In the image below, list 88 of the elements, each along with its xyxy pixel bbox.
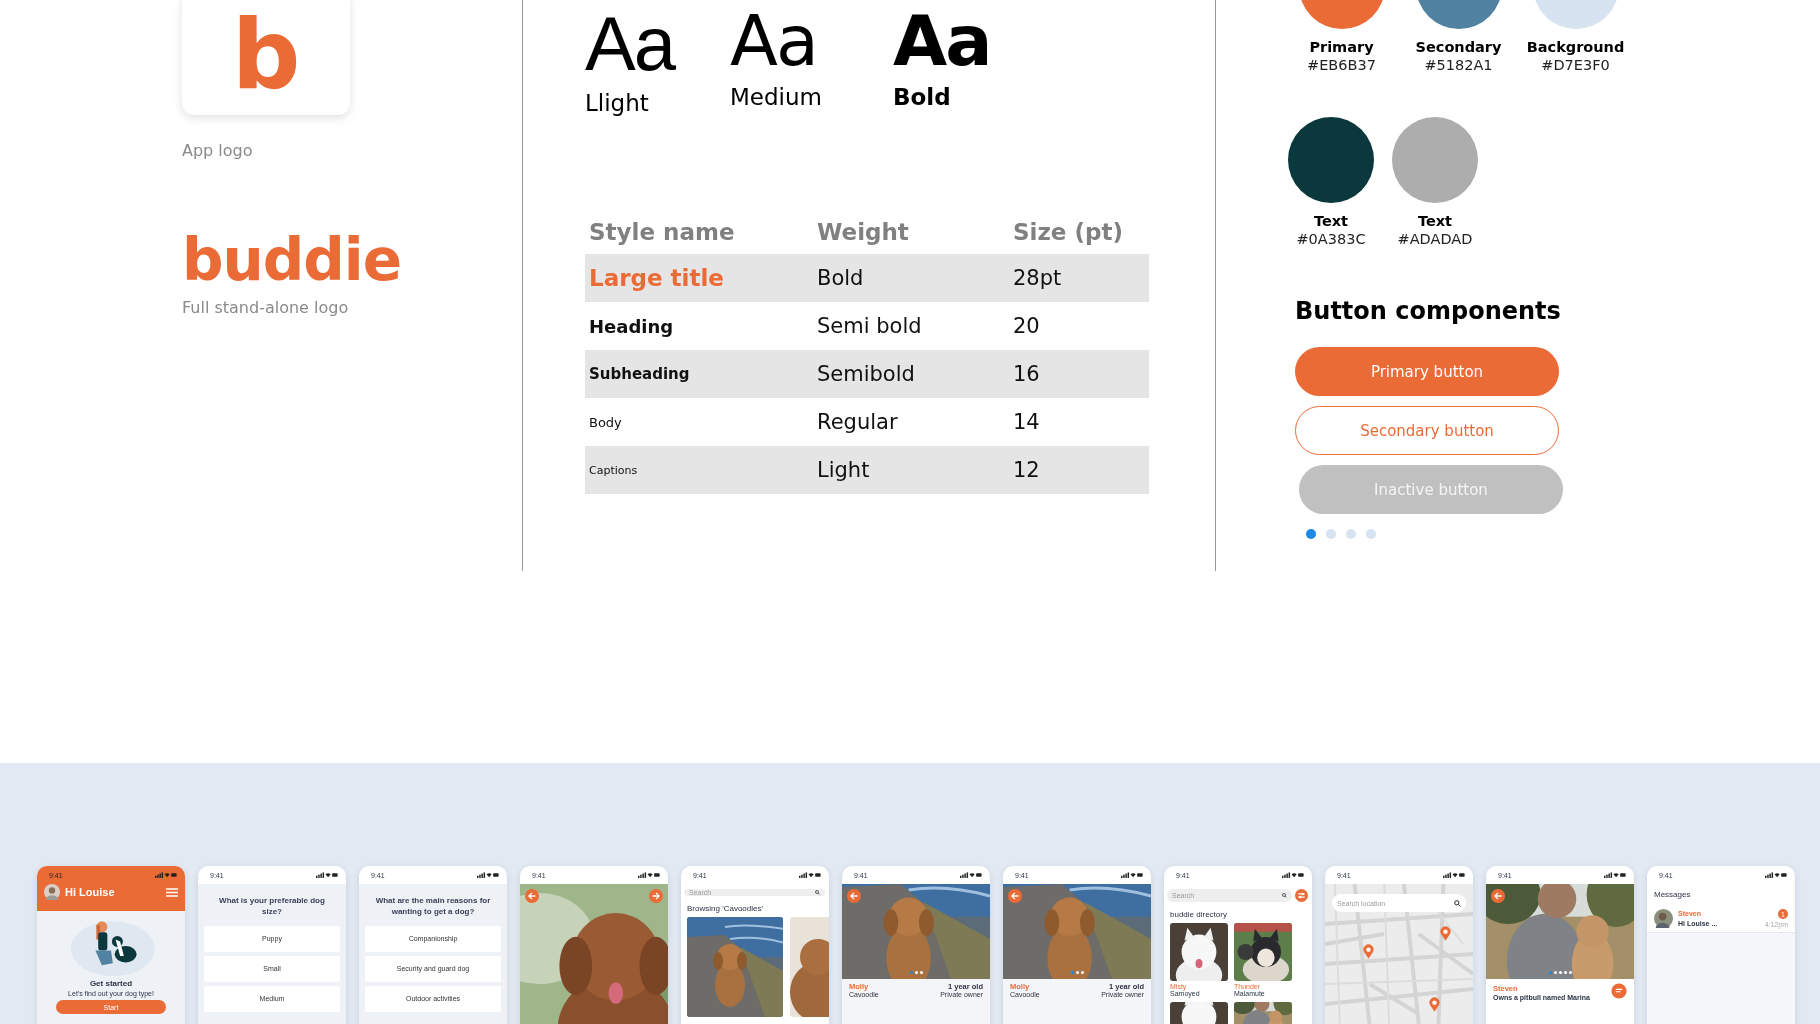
avatar-icon: [44, 884, 60, 900]
status-icons-drawing: [316, 872, 338, 878]
photo-page-dot[interactable]: [1080, 971, 1084, 974]
photo-page-dot[interactable]: [1553, 971, 1557, 974]
wordmark-caption: Full stand-alone logo: [182, 298, 350, 317]
back-button[interactable]: [1491, 889, 1505, 903]
column-header: Size (pt): [1012, 219, 1123, 245]
color-name: Background: [1526, 39, 1625, 55]
type-weight-label: Bold: [893, 84, 952, 110]
table-cell-text: Semibold: [816, 362, 916, 386]
column-header: Style name: [588, 219, 736, 245]
table-cell-text: Semi bold: [816, 314, 923, 338]
type-sample: Aa: [730, 6, 818, 76]
table-cell-text: Heading: [588, 315, 675, 337]
section-heading: buddie directory: [1170, 910, 1228, 919]
page-dot[interactable]: [1346, 529, 1356, 539]
app-logo-caption: App logo: [182, 141, 254, 160]
greeting-title: Hi Louise: [65, 886, 116, 898]
table-cell-text: 20: [1012, 314, 1040, 338]
status-icons-drawing: [1765, 872, 1787, 878]
app-logo: b: [182, 0, 350, 115]
table-cell-text: Subheading: [588, 365, 691, 383]
map-pin-icon[interactable]: [1429, 997, 1440, 1012]
color-hex: #0A383C: [1296, 231, 1366, 247]
chat-button[interactable]: [1611, 983, 1627, 999]
photo-page-dot[interactable]: [1563, 971, 1567, 974]
photo-page-dot[interactable]: [1070, 971, 1074, 974]
table-cell-text: 16: [1012, 362, 1040, 386]
photo-page-dot[interactable]: [1075, 971, 1079, 974]
type-weight-label: Llight: [585, 90, 650, 116]
wordmark-logo: buddie: [182, 226, 403, 294]
table-cell-text: Light: [816, 458, 871, 482]
status-icons-drawing: [638, 872, 660, 878]
avatar-icon: [1654, 909, 1673, 928]
question-text: What is your preferable dog size?: [218, 896, 326, 918]
table-cell-text: 28pt: [1012, 266, 1062, 290]
color-hex: #5182A1: [1424, 57, 1493, 73]
color-name: Text: [1313, 213, 1349, 229]
screen-title: Messages: [1647, 884, 1795, 905]
search-icon: [1282, 893, 1287, 898]
back-button[interactable]: [525, 889, 539, 903]
type-sample: Aa: [893, 6, 992, 76]
table-cell-text: Regular: [816, 410, 899, 434]
filter-button[interactable]: [1295, 889, 1308, 902]
type-sample: Aa: [585, 6, 676, 82]
back-button[interactable]: [1008, 889, 1022, 903]
section-heading: Browsing 'Cavoodles': [687, 904, 764, 913]
photo-page-dot[interactable]: [909, 971, 913, 974]
status-icons-drawing: [960, 872, 982, 878]
status-icons-drawing: [799, 872, 821, 878]
color-name: Text: [1417, 213, 1453, 229]
column-header: Weight: [816, 219, 910, 245]
type-weight-label: Medium: [730, 84, 823, 110]
table-cell-text: Large title: [588, 265, 725, 291]
color-hex: #D7E3F0: [1541, 57, 1610, 73]
page-dot[interactable]: [1326, 529, 1336, 539]
page-dot[interactable]: [1306, 529, 1316, 539]
photo-page-dot[interactable]: [1548, 971, 1552, 974]
photo-page-dot[interactable]: [1558, 971, 1562, 974]
status-icons-drawing: [155, 872, 177, 878]
status-icons-drawing: [1121, 872, 1143, 878]
table-cell-text: Captions: [588, 463, 639, 477]
status-icons-drawing: [1443, 872, 1465, 878]
menu-icon[interactable]: [166, 887, 178, 897]
search-icon: [815, 890, 820, 895]
color-name: Secondary: [1415, 39, 1502, 55]
question-text: What are the main reasons for wanting to get a dog?: [374, 896, 492, 918]
back-button[interactable]: [847, 889, 861, 903]
page-dot[interactable]: [1366, 529, 1376, 539]
table-cell-text: 12: [1012, 458, 1040, 482]
color-name: Primary: [1309, 39, 1374, 55]
table-cell-text: 14: [1012, 410, 1040, 434]
color-hex: #ADADAD: [1397, 231, 1473, 247]
map-pin-icon[interactable]: [1363, 944, 1374, 959]
map-pin-icon[interactable]: [1440, 926, 1451, 941]
color-hex: #EB6B37: [1307, 57, 1376, 73]
screen-title: Get started: [89, 979, 133, 988]
photo-page-dot[interactable]: [919, 971, 923, 974]
search-icon: [1454, 899, 1461, 907]
next-button[interactable]: [649, 889, 663, 903]
photo-page-dot[interactable]: [1568, 971, 1572, 974]
table-cell-text: Bold: [816, 266, 865, 290]
status-icons-drawing: [1604, 872, 1626, 878]
photo-page-dot[interactable]: [914, 971, 918, 974]
table-cell-text: Body: [588, 414, 623, 430]
status-icons-drawing: [477, 872, 499, 878]
section-heading: Button components: [1295, 297, 1562, 325]
status-icons-drawing: [1282, 872, 1304, 878]
